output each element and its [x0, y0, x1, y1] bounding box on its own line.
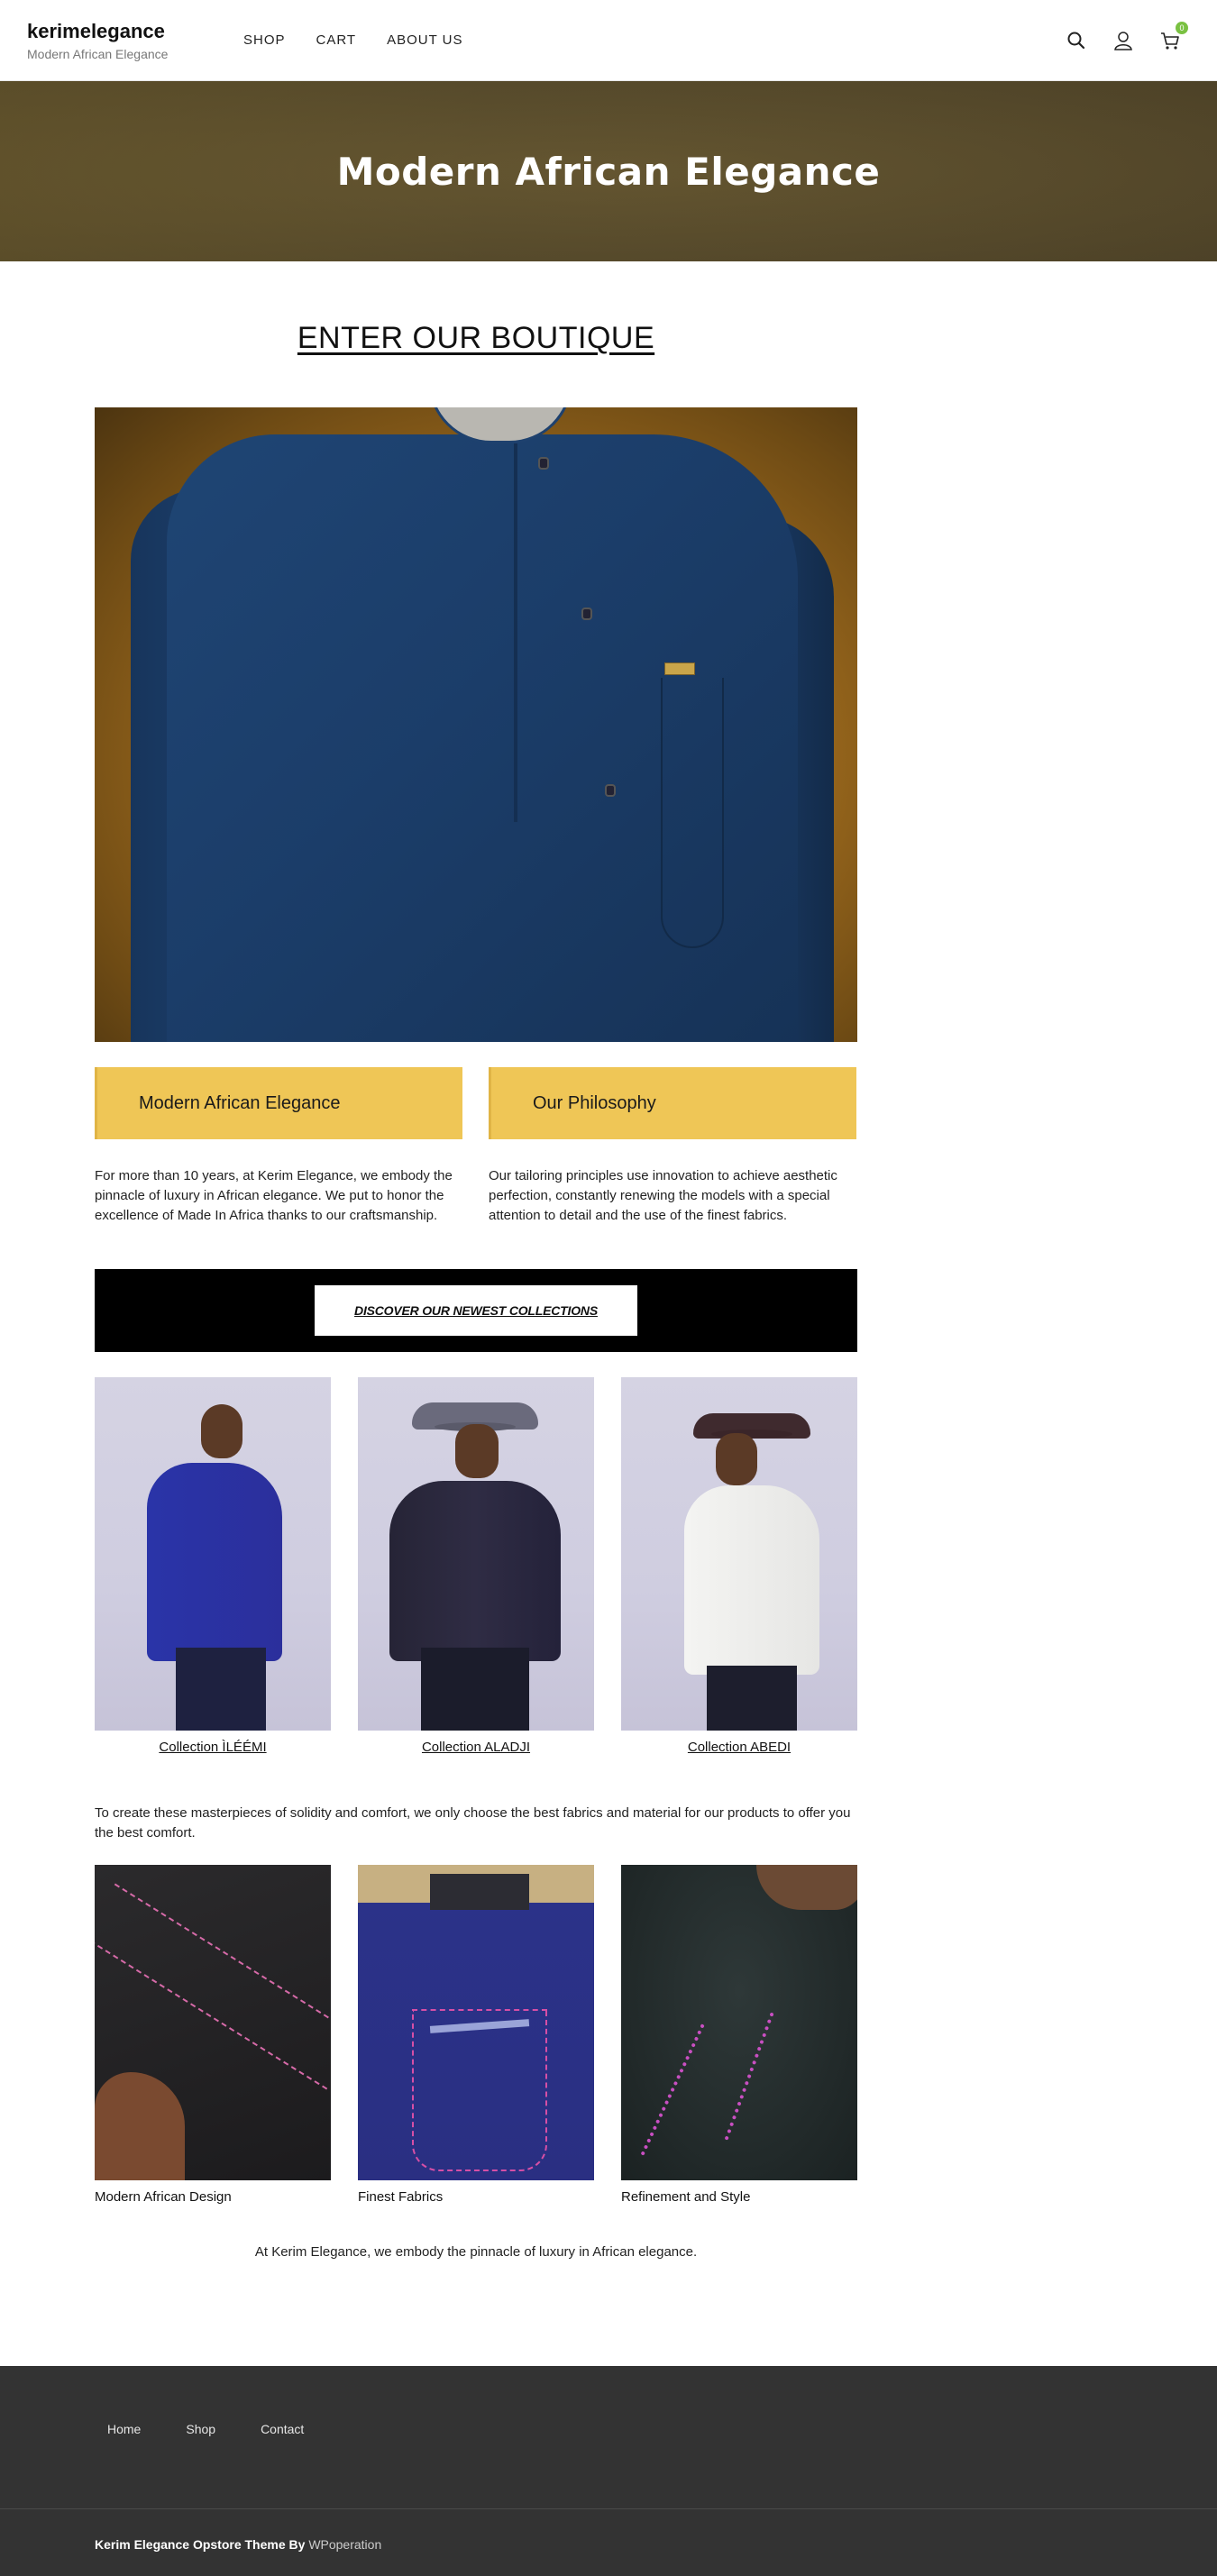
collections-grid: Collection ÌLÉÉMI Collection ALADJI Coll… — [95, 1377, 857, 1755]
collection-image-aladji[interactable] — [358, 1377, 594, 1731]
nav-cart[interactable]: CART — [316, 32, 357, 48]
nav-about-us[interactable]: ABOUT US — [387, 32, 462, 48]
discover-collections-button[interactable]: DISCOVER OUR NEWEST COLLECTIONS — [315, 1285, 637, 1336]
footer-credit-link[interactable]: WPoperation — [308, 2537, 381, 2552]
footer-credit-text: Kerim Elegance Opstore Theme By — [95, 2537, 306, 2552]
brand: kerimelegance Modern African Elegance — [27, 20, 243, 61]
collection-image-abedi[interactable] — [621, 1377, 857, 1731]
cart-count-badge: 0 — [1176, 21, 1188, 34]
detail-card-design: Modern African Design — [95, 1865, 331, 2205]
nav-shop[interactable]: SHOP — [243, 32, 286, 48]
detail-card-fabrics: Finest Fabrics — [358, 1865, 594, 2205]
main-nav: SHOP CART ABOUT US — [243, 32, 462, 48]
collection-label-ileemi[interactable]: Collection ÌLÉÉMI — [95, 1740, 331, 1755]
header-icons: 0 — [1066, 21, 1190, 51]
page: kerimelegance Modern African Elegance SH… — [0, 0, 1217, 2576]
details-grid: Modern African Design Finest Fabrics Ref… — [95, 1865, 857, 2205]
detail-label-refinement: Refinement and Style — [621, 2189, 751, 2205]
collection-card-aladji[interactable]: Collection ALADJI — [358, 1377, 594, 1755]
detail-label-design: Modern African Design — [95, 2189, 232, 2205]
site-title[interactable]: kerimelegance — [27, 20, 243, 43]
fabric-description: To create these masterpieces of solidity… — [95, 1805, 851, 1841]
elegance-text: For more than 10 years, at Kerim Eleganc… — [95, 1168, 453, 1223]
collection-card-abedi[interactable]: Collection ABEDI — [621, 1377, 857, 1755]
footer-link-home[interactable]: Home — [107, 2422, 141, 2436]
detail-image-design — [95, 1865, 331, 2180]
detail-label-fabrics: Finest Fabrics — [358, 2189, 444, 2205]
boutique-link-wrap: ENTER OUR BOUTIQUE — [95, 321, 857, 366]
footer-nav: Home Shop Contact — [107, 2422, 304, 2436]
collection-image-ileemi[interactable] — [95, 1377, 331, 1731]
collection-label-abedi[interactable]: Collection ABEDI — [621, 1740, 857, 1755]
discover-bar: DISCOVER OUR NEWEST COLLECTIONS — [95, 1269, 857, 1352]
footer-credit: Kerim Elegance Opstore Theme By WPoperat… — [95, 2537, 381, 2552]
main-content: ENTER OUR BOUTIQUE Modern African Elegan… — [95, 321, 857, 2260]
enter-boutique-link[interactable]: ENTER OUR BOUTIQUE — [297, 321, 654, 355]
intro-column-elegance: Modern African Elegance For more than 10… — [95, 1067, 462, 1226]
detail-card-refinement: Refinement and Style — [621, 1865, 857, 2205]
footer-divider — [0, 2508, 1217, 2509]
user-icon[interactable] — [1112, 30, 1134, 51]
intro-column-philosophy: Our Philosophy Our tailoring principles … — [489, 1067, 856, 1226]
philosophy-text: Our tailoring principles use innovation … — [489, 1168, 837, 1223]
detail-image-refinement — [621, 1865, 857, 2180]
site-footer: Home Shop Contact Kerim Elegance Opstore… — [0, 2366, 1217, 2576]
hero-banner: Modern African Elegance — [0, 81, 1217, 261]
closing-statement: At Kerim Elegance, we embody the pinnacl… — [254, 2244, 698, 2260]
footer-link-shop[interactable]: Shop — [186, 2422, 215, 2436]
site-tagline: Modern African Elegance — [27, 46, 169, 61]
hero-title: Modern African Elegance — [336, 149, 881, 194]
site-header: kerimelegance Modern African Elegance SH… — [0, 0, 1217, 81]
collection-label-aladji[interactable]: Collection ALADJI — [358, 1740, 594, 1755]
intro-columns: Modern African Elegance For more than 10… — [95, 1067, 857, 1226]
search-icon[interactable] — [1066, 30, 1087, 51]
featured-shirt-image — [95, 407, 857, 1042]
collection-card-ileemi[interactable]: Collection ÌLÉÉMI — [95, 1377, 331, 1755]
detail-image-fabrics — [358, 1865, 594, 2180]
philosophy-heading: Our Philosophy — [489, 1067, 856, 1139]
footer-link-contact[interactable]: Contact — [261, 2422, 304, 2436]
elegance-heading: Modern African Elegance — [95, 1067, 462, 1139]
cart-icon[interactable]: 0 — [1159, 21, 1188, 51]
